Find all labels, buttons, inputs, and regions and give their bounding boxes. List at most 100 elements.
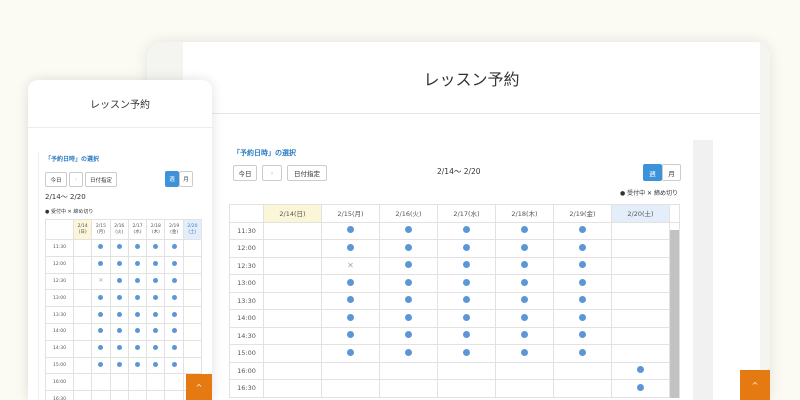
- available-dot-icon[interactable]: [521, 313, 528, 321]
- available-dot-icon[interactable]: [579, 313, 586, 321]
- available-dot-icon[interactable]: [153, 244, 159, 250]
- slot-cell[interactable]: [321, 326, 380, 345]
- month-view-button[interactable]: 月: [662, 164, 681, 181]
- slot-cell[interactable]: [437, 239, 496, 258]
- available-dot-icon[interactable]: [463, 278, 470, 286]
- available-dot-icon[interactable]: [347, 296, 354, 304]
- slot-cell[interactable]: [109, 356, 129, 375]
- week-view-button[interactable]: 週: [165, 171, 179, 187]
- slot-cell[interactable]: [164, 272, 184, 291]
- available-dot-icon[interactable]: [347, 226, 354, 234]
- week-view-button[interactable]: 週: [643, 164, 662, 181]
- available-dot-icon[interactable]: [135, 345, 141, 351]
- slot-cell[interactable]: [127, 339, 148, 358]
- available-dot-icon[interactable]: [579, 226, 586, 234]
- month-view-button[interactable]: 月: [179, 171, 193, 187]
- available-dot-icon[interactable]: [98, 328, 104, 334]
- slot-cell[interactable]: [127, 239, 148, 257]
- slot-cell[interactable]: [146, 322, 166, 341]
- available-dot-icon[interactable]: [579, 261, 586, 269]
- available-dot-icon[interactable]: [171, 294, 177, 300]
- available-dot-icon[interactable]: [521, 296, 528, 304]
- slot-cell[interactable]: [91, 339, 111, 358]
- slot-cell[interactable]: [321, 344, 380, 363]
- slot-cell[interactable]: [109, 289, 129, 308]
- slot-cell[interactable]: [495, 344, 554, 363]
- slot-cell[interactable]: [437, 221, 496, 240]
- slot-cell[interactable]: [109, 322, 129, 341]
- slot-cell[interactable]: [91, 322, 111, 341]
- slot-cell[interactable]: [379, 291, 438, 310]
- available-dot-icon[interactable]: [153, 311, 159, 317]
- available-dot-icon[interactable]: [171, 277, 177, 283]
- slot-cell[interactable]: [146, 255, 166, 274]
- available-dot-icon[interactable]: [347, 313, 354, 321]
- slot-cell[interactable]: [495, 221, 554, 240]
- slot-cell[interactable]: [495, 326, 554, 345]
- scrollbar[interactable]: [670, 230, 679, 398]
- slot-cell[interactable]: [495, 256, 554, 275]
- available-dot-icon[interactable]: [521, 261, 528, 269]
- today-button[interactable]: 今日: [233, 165, 257, 181]
- slot-cell[interactable]: [495, 291, 554, 310]
- slot-cell[interactable]: [379, 309, 438, 328]
- available-dot-icon[interactable]: [521, 226, 528, 234]
- available-dot-icon[interactable]: [463, 296, 470, 304]
- next-week-button[interactable]: ›: [262, 165, 282, 181]
- slot-cell[interactable]: [553, 221, 612, 240]
- slot-cell[interactable]: [553, 344, 612, 363]
- slot-cell[interactable]: [127, 289, 148, 308]
- available-dot-icon[interactable]: [171, 328, 177, 334]
- available-dot-icon[interactable]: [98, 361, 104, 367]
- available-dot-icon[interactable]: [405, 278, 412, 286]
- available-dot-icon[interactable]: [579, 348, 586, 356]
- slot-cell[interactable]: [146, 339, 166, 358]
- available-dot-icon[interactable]: [405, 296, 412, 304]
- slot-cell[interactable]: [553, 256, 612, 275]
- available-dot-icon[interactable]: [153, 345, 159, 351]
- slot-cell[interactable]: [146, 306, 166, 324]
- available-dot-icon[interactable]: [405, 243, 412, 251]
- slot-cell[interactable]: [127, 322, 148, 341]
- available-dot-icon[interactable]: [116, 244, 122, 250]
- slot-cell[interactable]: [164, 239, 184, 257]
- available-dot-icon[interactable]: [405, 331, 412, 339]
- slot-cell[interactable]: [379, 274, 438, 293]
- available-dot-icon[interactable]: [135, 361, 141, 367]
- available-dot-icon[interactable]: [116, 328, 122, 334]
- slot-cell[interactable]: [553, 274, 612, 293]
- slot-cell[interactable]: [379, 326, 438, 345]
- slot-cell[interactable]: [611, 379, 670, 398]
- available-dot-icon[interactable]: [405, 348, 412, 356]
- available-dot-icon[interactable]: [171, 345, 177, 351]
- available-dot-icon[interactable]: [116, 277, 122, 283]
- available-dot-icon[interactable]: [153, 277, 159, 283]
- slot-cell[interactable]: [91, 356, 111, 375]
- available-dot-icon[interactable]: [153, 294, 159, 300]
- slot-cell[interactable]: [553, 239, 612, 258]
- slot-cell[interactable]: [321, 274, 380, 293]
- slot-cell[interactable]: [321, 309, 380, 328]
- available-dot-icon[interactable]: [135, 328, 141, 334]
- slot-cell[interactable]: [437, 309, 496, 328]
- slot-cell[interactable]: [127, 356, 148, 375]
- slot-cell[interactable]: [379, 344, 438, 363]
- available-dot-icon[interactable]: [98, 261, 104, 267]
- slot-cell[interactable]: [495, 309, 554, 328]
- available-dot-icon[interactable]: [463, 261, 470, 269]
- available-dot-icon[interactable]: [171, 244, 177, 250]
- slot-cell[interactable]: [379, 239, 438, 258]
- slot-cell[interactable]: [437, 274, 496, 293]
- available-dot-icon[interactable]: [135, 261, 141, 267]
- available-dot-icon[interactable]: [135, 277, 141, 283]
- slot-cell[interactable]: [109, 272, 129, 291]
- available-dot-icon[interactable]: [521, 243, 528, 251]
- available-dot-icon[interactable]: [579, 243, 586, 251]
- next-week-button[interactable]: ›: [69, 172, 83, 187]
- available-dot-icon[interactable]: [116, 261, 122, 267]
- slot-cell[interactable]: [127, 306, 148, 324]
- available-dot-icon[interactable]: [135, 294, 141, 300]
- slot-cell[interactable]: [321, 291, 380, 310]
- available-dot-icon[interactable]: [153, 261, 159, 267]
- available-dot-icon[interactable]: [405, 313, 412, 321]
